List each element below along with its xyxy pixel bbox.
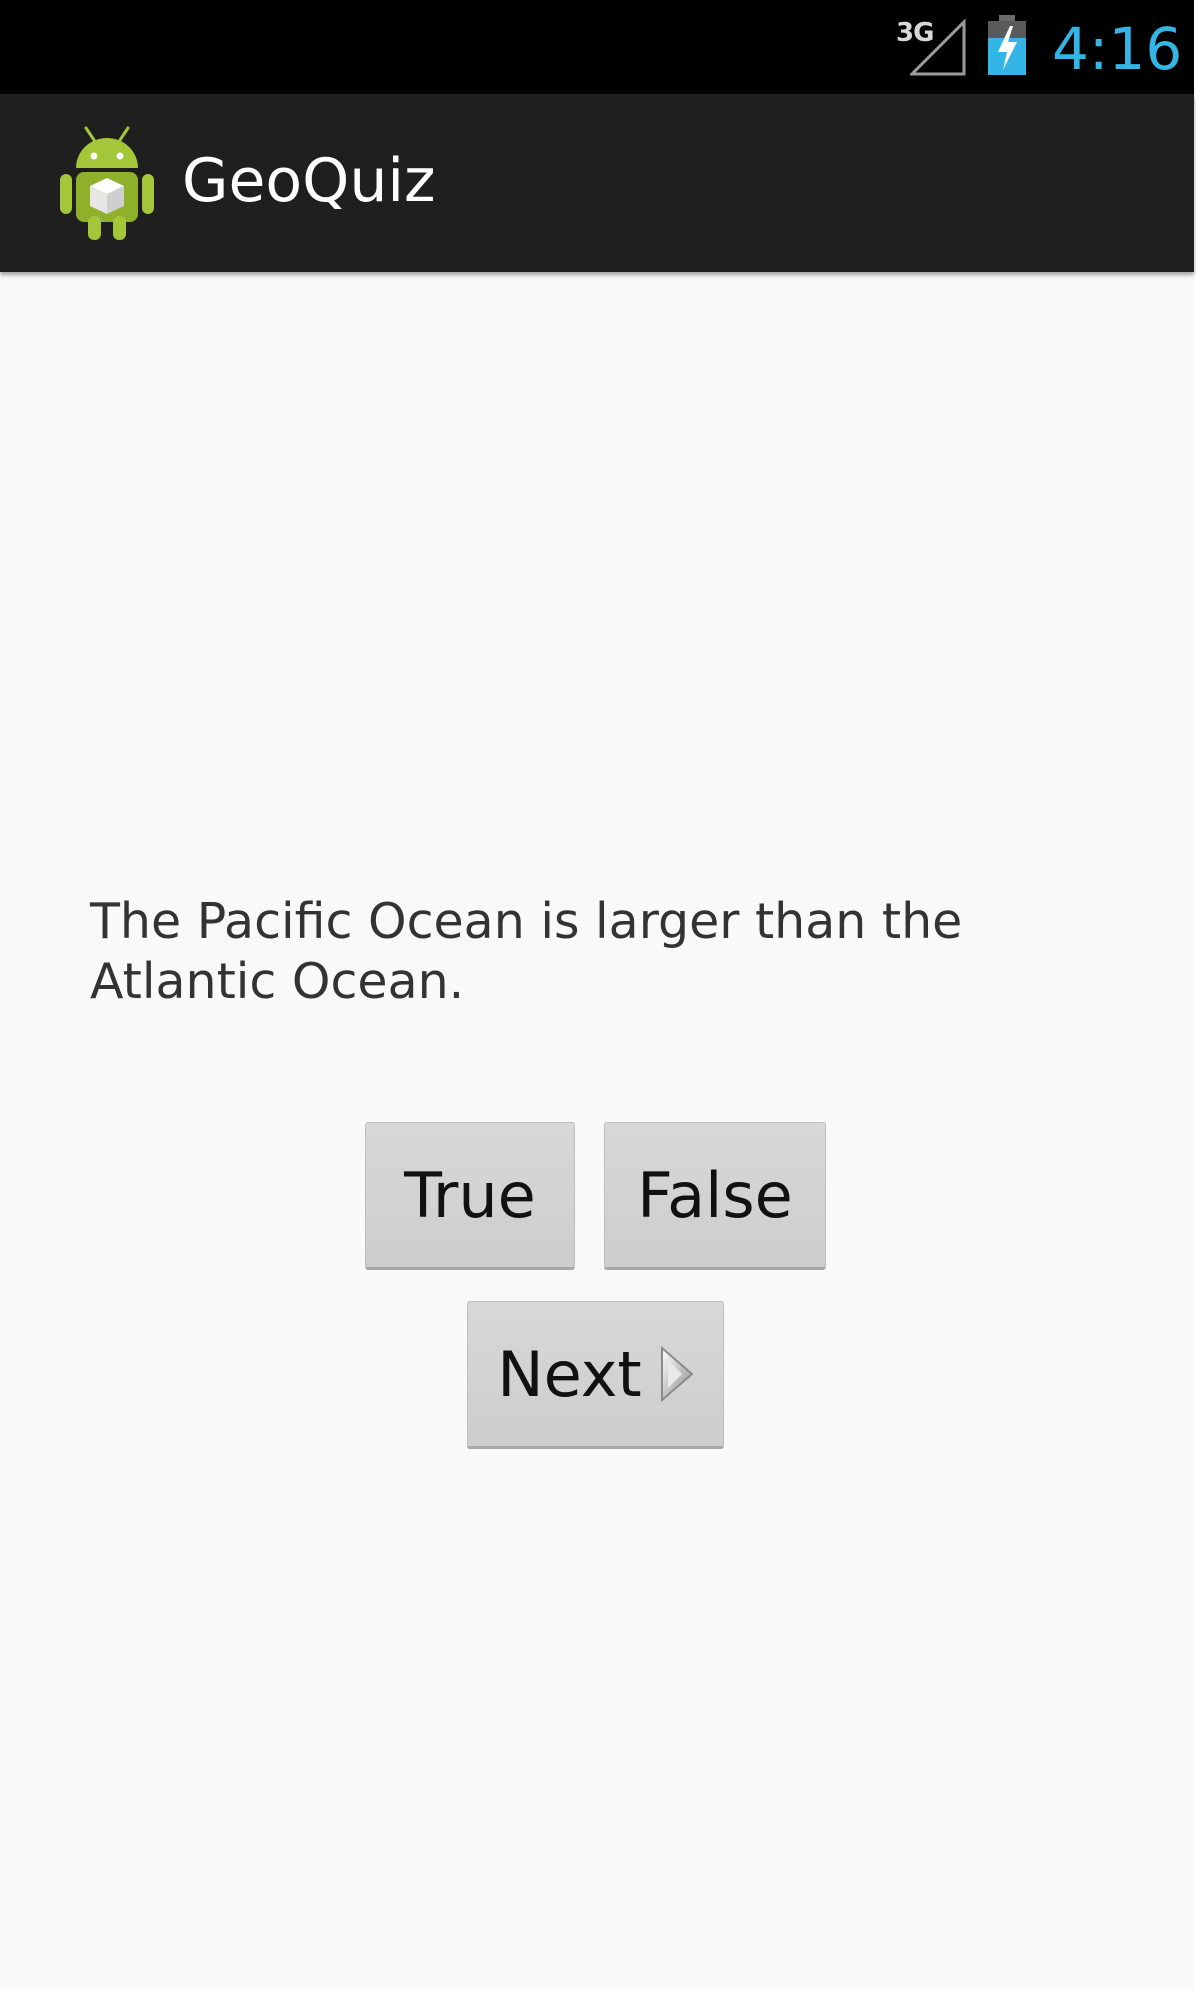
true-button[interactable]: True	[365, 1122, 575, 1270]
next-button[interactable]: Next	[467, 1301, 724, 1449]
android-app-icon[interactable]	[56, 124, 158, 242]
app-screen: 3G 4:16 GeoQuiz The Pacific Ocean is lar…	[0, 0, 1196, 1989]
status-time: 4:16	[1052, 15, 1183, 83]
false-button-label: False	[637, 1158, 793, 1232]
signal-icon	[910, 18, 966, 76]
next-button-label: Next	[497, 1337, 642, 1411]
action-bar: GeoQuiz	[0, 94, 1194, 272]
true-button-label: True	[404, 1158, 536, 1232]
question-text: The Pacific Ocean is larger than the Atl…	[90, 893, 963, 1010]
status-bar: 3G 4:16	[0, 0, 1194, 94]
false-button[interactable]: False	[604, 1122, 826, 1270]
app-title: GeoQuiz	[182, 146, 436, 216]
battery-charging-icon	[988, 15, 1026, 75]
arrow-right-icon	[660, 1346, 694, 1402]
